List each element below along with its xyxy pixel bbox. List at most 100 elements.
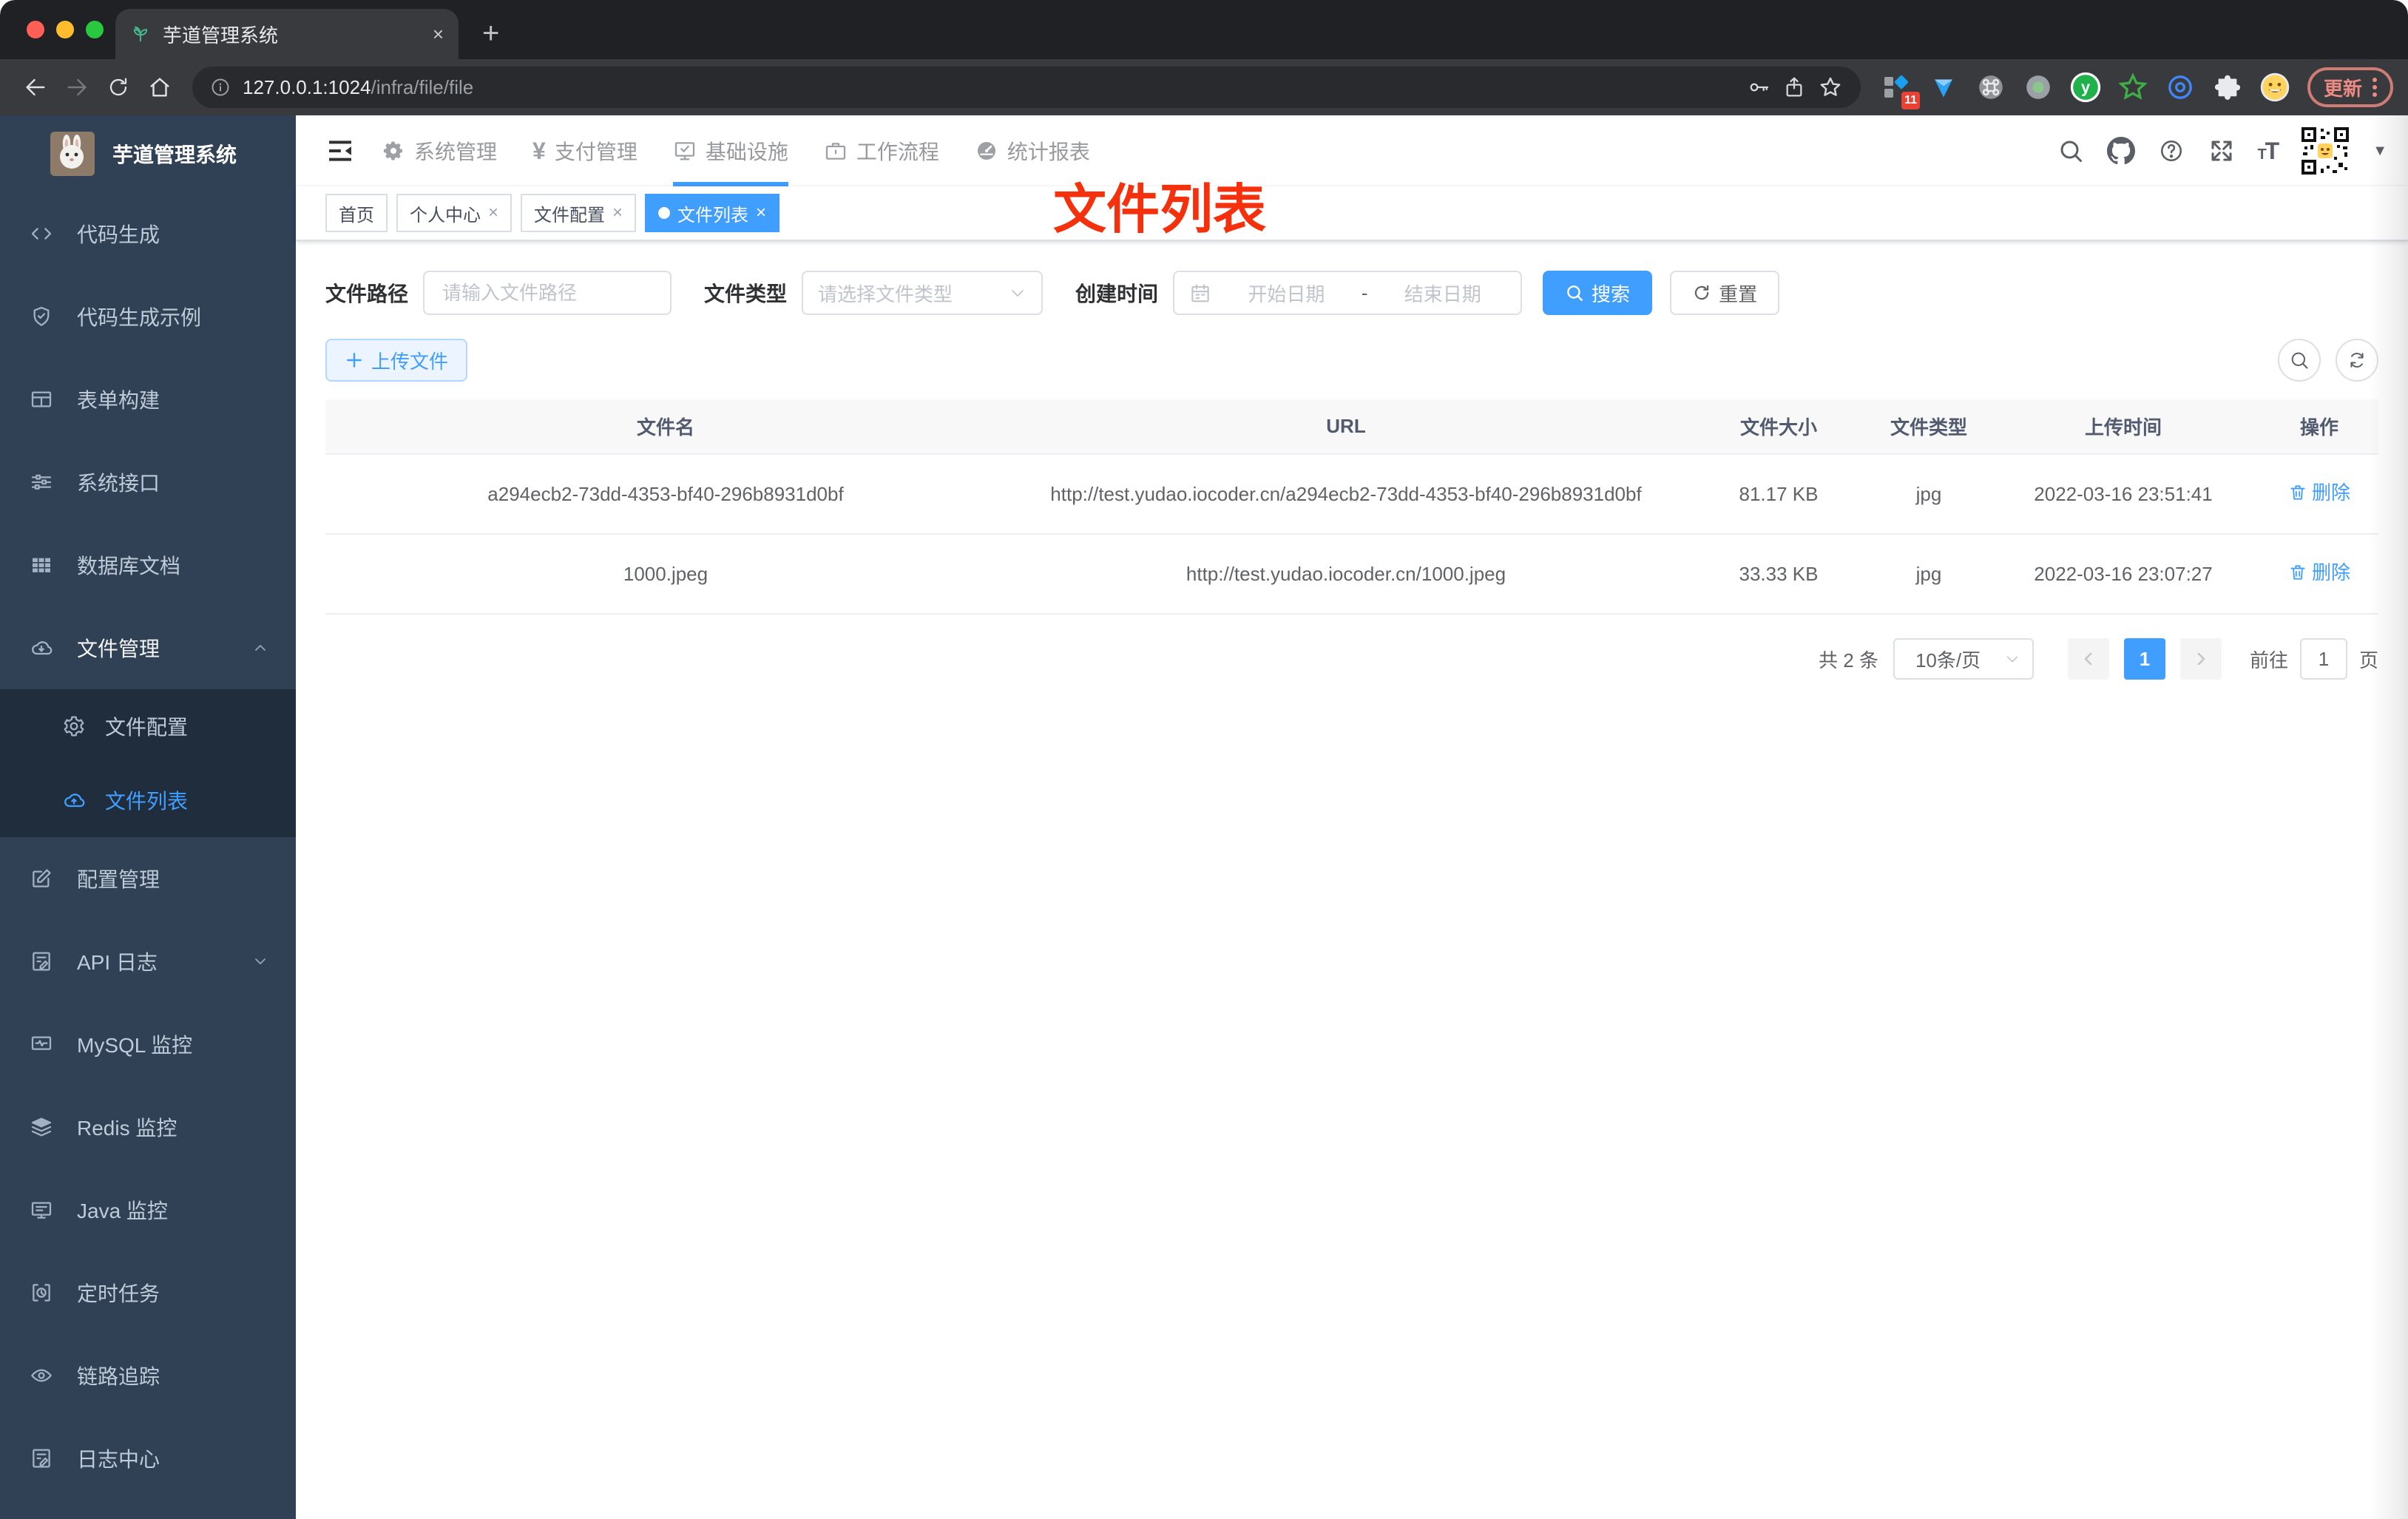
sidebar-item-file-list[interactable]: 文件列表 bbox=[0, 763, 296, 837]
extensions-puzzle-icon[interactable] bbox=[2208, 68, 2247, 106]
next-page-button[interactable] bbox=[2179, 638, 2222, 680]
maximize-window-button[interactable] bbox=[86, 21, 104, 38]
sidebar-item-scheduled-tasks[interactable]: 定时任务 bbox=[0, 1251, 296, 1334]
delete-button[interactable]: 删除 bbox=[2288, 476, 2350, 510]
page-size-select[interactable]: 10条/页 bbox=[1893, 638, 2034, 680]
col-file-name: 文件名 bbox=[325, 399, 1006, 455]
sidebar-item-api-log[interactable]: API 日志 bbox=[0, 920, 296, 1003]
new-tab-button[interactable]: + bbox=[482, 17, 499, 50]
cell-upload-time: 2022-03-16 23:51:41 bbox=[1986, 454, 2260, 535]
kite-extension-icon[interactable] bbox=[1924, 68, 1963, 106]
sidebar-item-log-center[interactable]: 日志中心 bbox=[0, 1417, 296, 1500]
fullscreen-icon[interactable] bbox=[2207, 136, 2236, 166]
file-path-input[interactable] bbox=[423, 271, 672, 315]
tab-title: 芋道管理系统 bbox=[163, 24, 279, 47]
top-nav-payment[interactable]: ¥ 支付管理 bbox=[532, 115, 637, 186]
header-actions: TT ▼ bbox=[2056, 124, 2408, 177]
delete-button[interactable]: 删除 bbox=[2288, 555, 2350, 589]
gray-circle-extension-icon[interactable] bbox=[2019, 68, 2057, 106]
green-star-extension-icon[interactable] bbox=[2114, 68, 2152, 106]
search-button[interactable]: 搜索 bbox=[1543, 271, 1653, 315]
tab-close-icon[interactable]: × bbox=[433, 23, 444, 46]
cell-url: http://test.yudao.iocoder.cn/a294ecb2-73… bbox=[1006, 454, 1686, 535]
bookmark-star-icon[interactable] bbox=[1818, 75, 1843, 100]
top-nav-infrastructure[interactable]: 基础设施 bbox=[672, 115, 788, 186]
gear-icon bbox=[64, 716, 84, 737]
sidebar-item-mysql-monitor[interactable]: MySQL 监控 bbox=[0, 1003, 296, 1086]
sidebar-item-trace[interactable]: 链路追踪 bbox=[0, 1334, 296, 1417]
sidebar-item-redis-monitor[interactable]: Redis 监控 bbox=[0, 1086, 296, 1168]
tag-close-icon[interactable]: × bbox=[488, 203, 498, 223]
file-type-select[interactable]: 请选择文件类型 bbox=[802, 271, 1044, 315]
tag-close-icon[interactable]: × bbox=[612, 203, 623, 223]
refresh-table-button[interactable] bbox=[2336, 339, 2378, 382]
top-nav-reports[interactable]: 统计报表 bbox=[975, 115, 1090, 186]
tag-close-icon[interactable]: × bbox=[756, 203, 766, 223]
back-button[interactable] bbox=[15, 67, 56, 108]
trash-icon bbox=[2290, 565, 2305, 580]
font-size-icon[interactable]: TT bbox=[2257, 138, 2279, 165]
sidebar-item-file-config[interactable]: 文件配置 bbox=[0, 689, 296, 763]
end-date-placeholder[interactable]: 结束日期 bbox=[1379, 280, 1506, 307]
red-annotation-text: 文件列表 bbox=[1053, 180, 1267, 240]
start-date-placeholder[interactable]: 开始日期 bbox=[1223, 280, 1350, 307]
document-pen-icon bbox=[33, 952, 50, 971]
sidebar-item-config-management[interactable]: 配置管理 bbox=[0, 837, 296, 920]
top-nav-system[interactable]: 系统管理 bbox=[382, 115, 497, 186]
table-row: a294ecb2-73dd-4353-bf40-296b8931d0bf htt… bbox=[325, 454, 2378, 535]
avatar-dropdown-caret[interactable]: ▼ bbox=[2373, 143, 2387, 160]
create-time-label: 创建时间 bbox=[1075, 283, 1159, 305]
sidebar-item-system-api[interactable]: 系统接口 bbox=[0, 441, 296, 524]
green-y-extension-icon[interactable]: y bbox=[2066, 68, 2105, 106]
table-header-row: 文件名 URL 文件大小 文件类型 上传时间 操作 bbox=[325, 399, 2378, 455]
sidebar-item-java-monitor[interactable]: Java 监控 bbox=[0, 1168, 296, 1251]
reload-button[interactable] bbox=[98, 67, 139, 108]
prev-page-button[interactable] bbox=[2067, 638, 2109, 680]
sidebar-item-form-builder[interactable]: 表单构建 bbox=[0, 358, 296, 441]
tag-home[interactable]: 首页 bbox=[325, 194, 388, 232]
goto-page-input[interactable] bbox=[2299, 638, 2347, 680]
search-icon[interactable] bbox=[2056, 136, 2086, 166]
sidebar-logo[interactable]: 芋道管理系统 bbox=[0, 115, 296, 192]
home-button[interactable] bbox=[139, 67, 180, 108]
clover-extension-icon[interactable] bbox=[1972, 68, 2010, 106]
sidebar-item-file-management[interactable]: 文件管理 bbox=[0, 606, 296, 689]
sidebar-collapse-button[interactable] bbox=[314, 115, 367, 186]
site-info-icon[interactable] bbox=[210, 77, 231, 98]
page-number-1[interactable]: 1 bbox=[2123, 638, 2165, 680]
sidebar-item-db-doc[interactable]: 数据库文档 bbox=[0, 524, 296, 606]
sidebar-item-code-example[interactable]: 代码生成示例 bbox=[0, 275, 296, 358]
top-nav-workflow[interactable]: 工作流程 bbox=[824, 115, 939, 186]
reset-button[interactable]: 重置 bbox=[1670, 271, 1780, 315]
monitor-icon bbox=[31, 1202, 52, 1219]
date-range-picker[interactable]: 开始日期 - 结束日期 bbox=[1173, 271, 1523, 315]
close-window-button[interactable] bbox=[27, 21, 44, 38]
browser-menu-icon[interactable] bbox=[2373, 78, 2377, 97]
tag-file-config[interactable]: 文件配置 × bbox=[521, 194, 637, 232]
url-bar[interactable]: 127.0.0.1:1024/infra/file/file bbox=[192, 67, 1861, 108]
chevron-left-icon bbox=[2084, 652, 2092, 666]
table-toolbar: 上传文件 bbox=[325, 339, 2378, 382]
tag-profile[interactable]: 个人中心 × bbox=[396, 194, 513, 232]
app-header: 系统管理 ¥ 支付管理 基础设施 工作流程 统计报表 TT ▼ bbox=[296, 115, 2408, 186]
forward-button[interactable] bbox=[56, 67, 98, 108]
profile-avatar-emoji[interactable] bbox=[2256, 68, 2294, 106]
tag-file-list[interactable]: 文件列表 × bbox=[645, 194, 780, 232]
github-icon[interactable] bbox=[2106, 136, 2136, 166]
toggle-search-button[interactable] bbox=[2278, 339, 2321, 382]
extension-with-badge-icon[interactable]: 11 bbox=[1877, 68, 1920, 109]
chevron-down-icon bbox=[2006, 656, 2018, 663]
app-title: 芋道管理系统 bbox=[112, 143, 237, 166]
filter-form: 文件路径 文件类型 请选择文件类型 创建时间 开始日期 - 结束日期 bbox=[325, 271, 2378, 315]
sidebar-item-code-generation[interactable]: 代码生成 bbox=[0, 192, 296, 275]
browser-tab[interactable]: 芋道管理系统 × bbox=[115, 9, 459, 59]
upload-file-button[interactable]: 上传文件 bbox=[325, 339, 468, 382]
browser-update-button[interactable]: 更新 bbox=[2307, 67, 2393, 107]
help-icon[interactable] bbox=[2157, 136, 2186, 166]
share-icon[interactable] bbox=[1782, 75, 1806, 99]
user-avatar-qr[interactable] bbox=[2299, 124, 2353, 177]
password-key-icon[interactable] bbox=[1747, 75, 1771, 99]
cell-upload-time: 2022-03-16 23:07:27 bbox=[1986, 534, 2260, 615]
minimize-window-button[interactable] bbox=[56, 21, 74, 38]
blue-eye-extension-icon[interactable] bbox=[2161, 68, 2199, 106]
